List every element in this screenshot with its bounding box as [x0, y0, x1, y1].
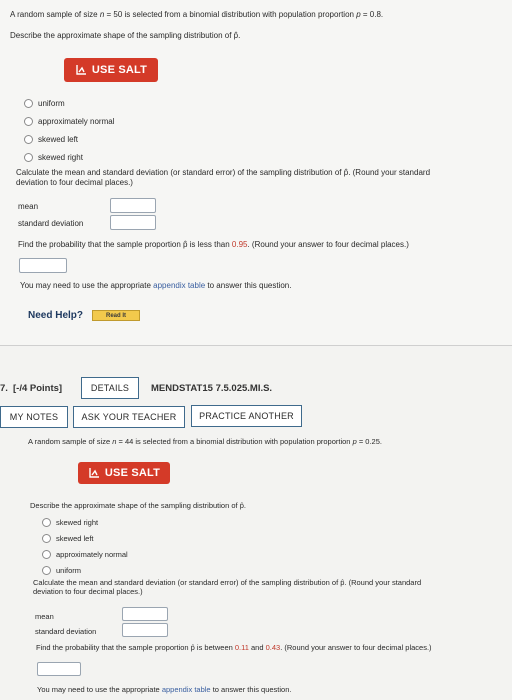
- q7-sd-label: standard deviation: [35, 627, 97, 636]
- q7-mean-input[interactable]: [122, 607, 168, 621]
- q6-prob-prompt: Find the probability that the sample pro…: [18, 240, 409, 249]
- q6-calc-prompt: Calculate the mean and standard deviatio…: [16, 168, 431, 187]
- q6-option-label: uniform: [38, 99, 65, 108]
- q6-option-label: skewed right: [38, 153, 83, 162]
- q7-practice-another-button[interactable]: PRACTICE ANOTHER: [191, 405, 302, 427]
- q7-ask-teacher-button[interactable]: ASK YOUR TEACHER: [73, 406, 185, 428]
- q7-intro: A random sample of size n = 44 is select…: [28, 437, 382, 446]
- q6-prob-value: 0.95: [231, 240, 248, 249]
- q7-option-label: skewed right: [56, 518, 99, 527]
- q7-prob-high: 0.43: [265, 643, 281, 652]
- q6-sd-label: standard deviation: [18, 219, 84, 228]
- q6-radio-skewed-right[interactable]: [24, 153, 33, 162]
- q6-sd-input[interactable]: [110, 215, 156, 230]
- salt-icon: [76, 65, 86, 75]
- q7-prob-low: 0.11: [234, 643, 249, 652]
- q6-need-help: Need Help?: [28, 310, 84, 321]
- q7-option-label: approximately normal: [56, 550, 128, 559]
- q7-my-notes-button[interactable]: MY NOTES: [0, 406, 68, 428]
- q7-appendix-link[interactable]: appendix table: [162, 685, 211, 694]
- q7-use-salt-button[interactable]: USE SALT: [78, 462, 170, 484]
- q7-prob-prompt: Find the probability that the sample pro…: [36, 643, 432, 652]
- q7-number: 7.: [0, 383, 8, 394]
- q6-appendix-note: You may need to use the appropriate appe…: [20, 281, 292, 290]
- q6-use-salt-button[interactable]: USE SALT: [64, 58, 158, 82]
- q7-points: [-/4 Points]: [13, 383, 63, 394]
- q7-radio-approximately-normal[interactable]: [42, 550, 51, 559]
- q7-prob-input[interactable]: [37, 662, 81, 676]
- q7-details-button[interactable]: DETAILS: [81, 377, 139, 399]
- q6-mean-input[interactable]: [110, 198, 156, 213]
- section-divider: [0, 345, 512, 346]
- q6-option-label: approximately normal: [38, 117, 115, 126]
- q6-option-label: skewed left: [38, 135, 79, 144]
- q6-read-it-button[interactable]: Read It: [92, 310, 140, 321]
- q6-intro: A random sample of size n = 50 is select…: [10, 10, 384, 19]
- q7-radio-skewed-right[interactable]: [42, 518, 51, 527]
- q7-option-label: uniform: [56, 566, 82, 575]
- q6-radio-skewed-left[interactable]: [24, 135, 33, 144]
- salt-icon: [89, 468, 99, 478]
- q6-radio-approximately-normal[interactable]: [24, 117, 33, 126]
- q7-radio-skewed-left[interactable]: [42, 534, 51, 543]
- q6-mean-label: mean: [18, 202, 39, 211]
- q6-radio-uniform[interactable]: [24, 99, 33, 108]
- q7-problem-code: MENDSTAT15 7.5.025.MI.S.: [151, 383, 273, 394]
- q7-mean-label: mean: [35, 612, 54, 621]
- q7-shape-prompt: Describe the approximate shape of the sa…: [30, 501, 246, 510]
- q7-sd-input[interactable]: [122, 623, 168, 637]
- q7-radio-uniform[interactable]: [42, 566, 51, 575]
- q6-shape-prompt: Describe the approximate shape of the sa…: [10, 31, 241, 40]
- q6-prob-input[interactable]: [19, 258, 67, 273]
- q7-calc-prompt: Calculate the mean and standard deviatio…: [33, 578, 422, 596]
- q7-option-label: skewed left: [56, 534, 94, 543]
- q7-appendix-note: You may need to use the appropriate appe…: [37, 685, 292, 694]
- q6-appendix-link[interactable]: appendix table: [153, 281, 205, 290]
